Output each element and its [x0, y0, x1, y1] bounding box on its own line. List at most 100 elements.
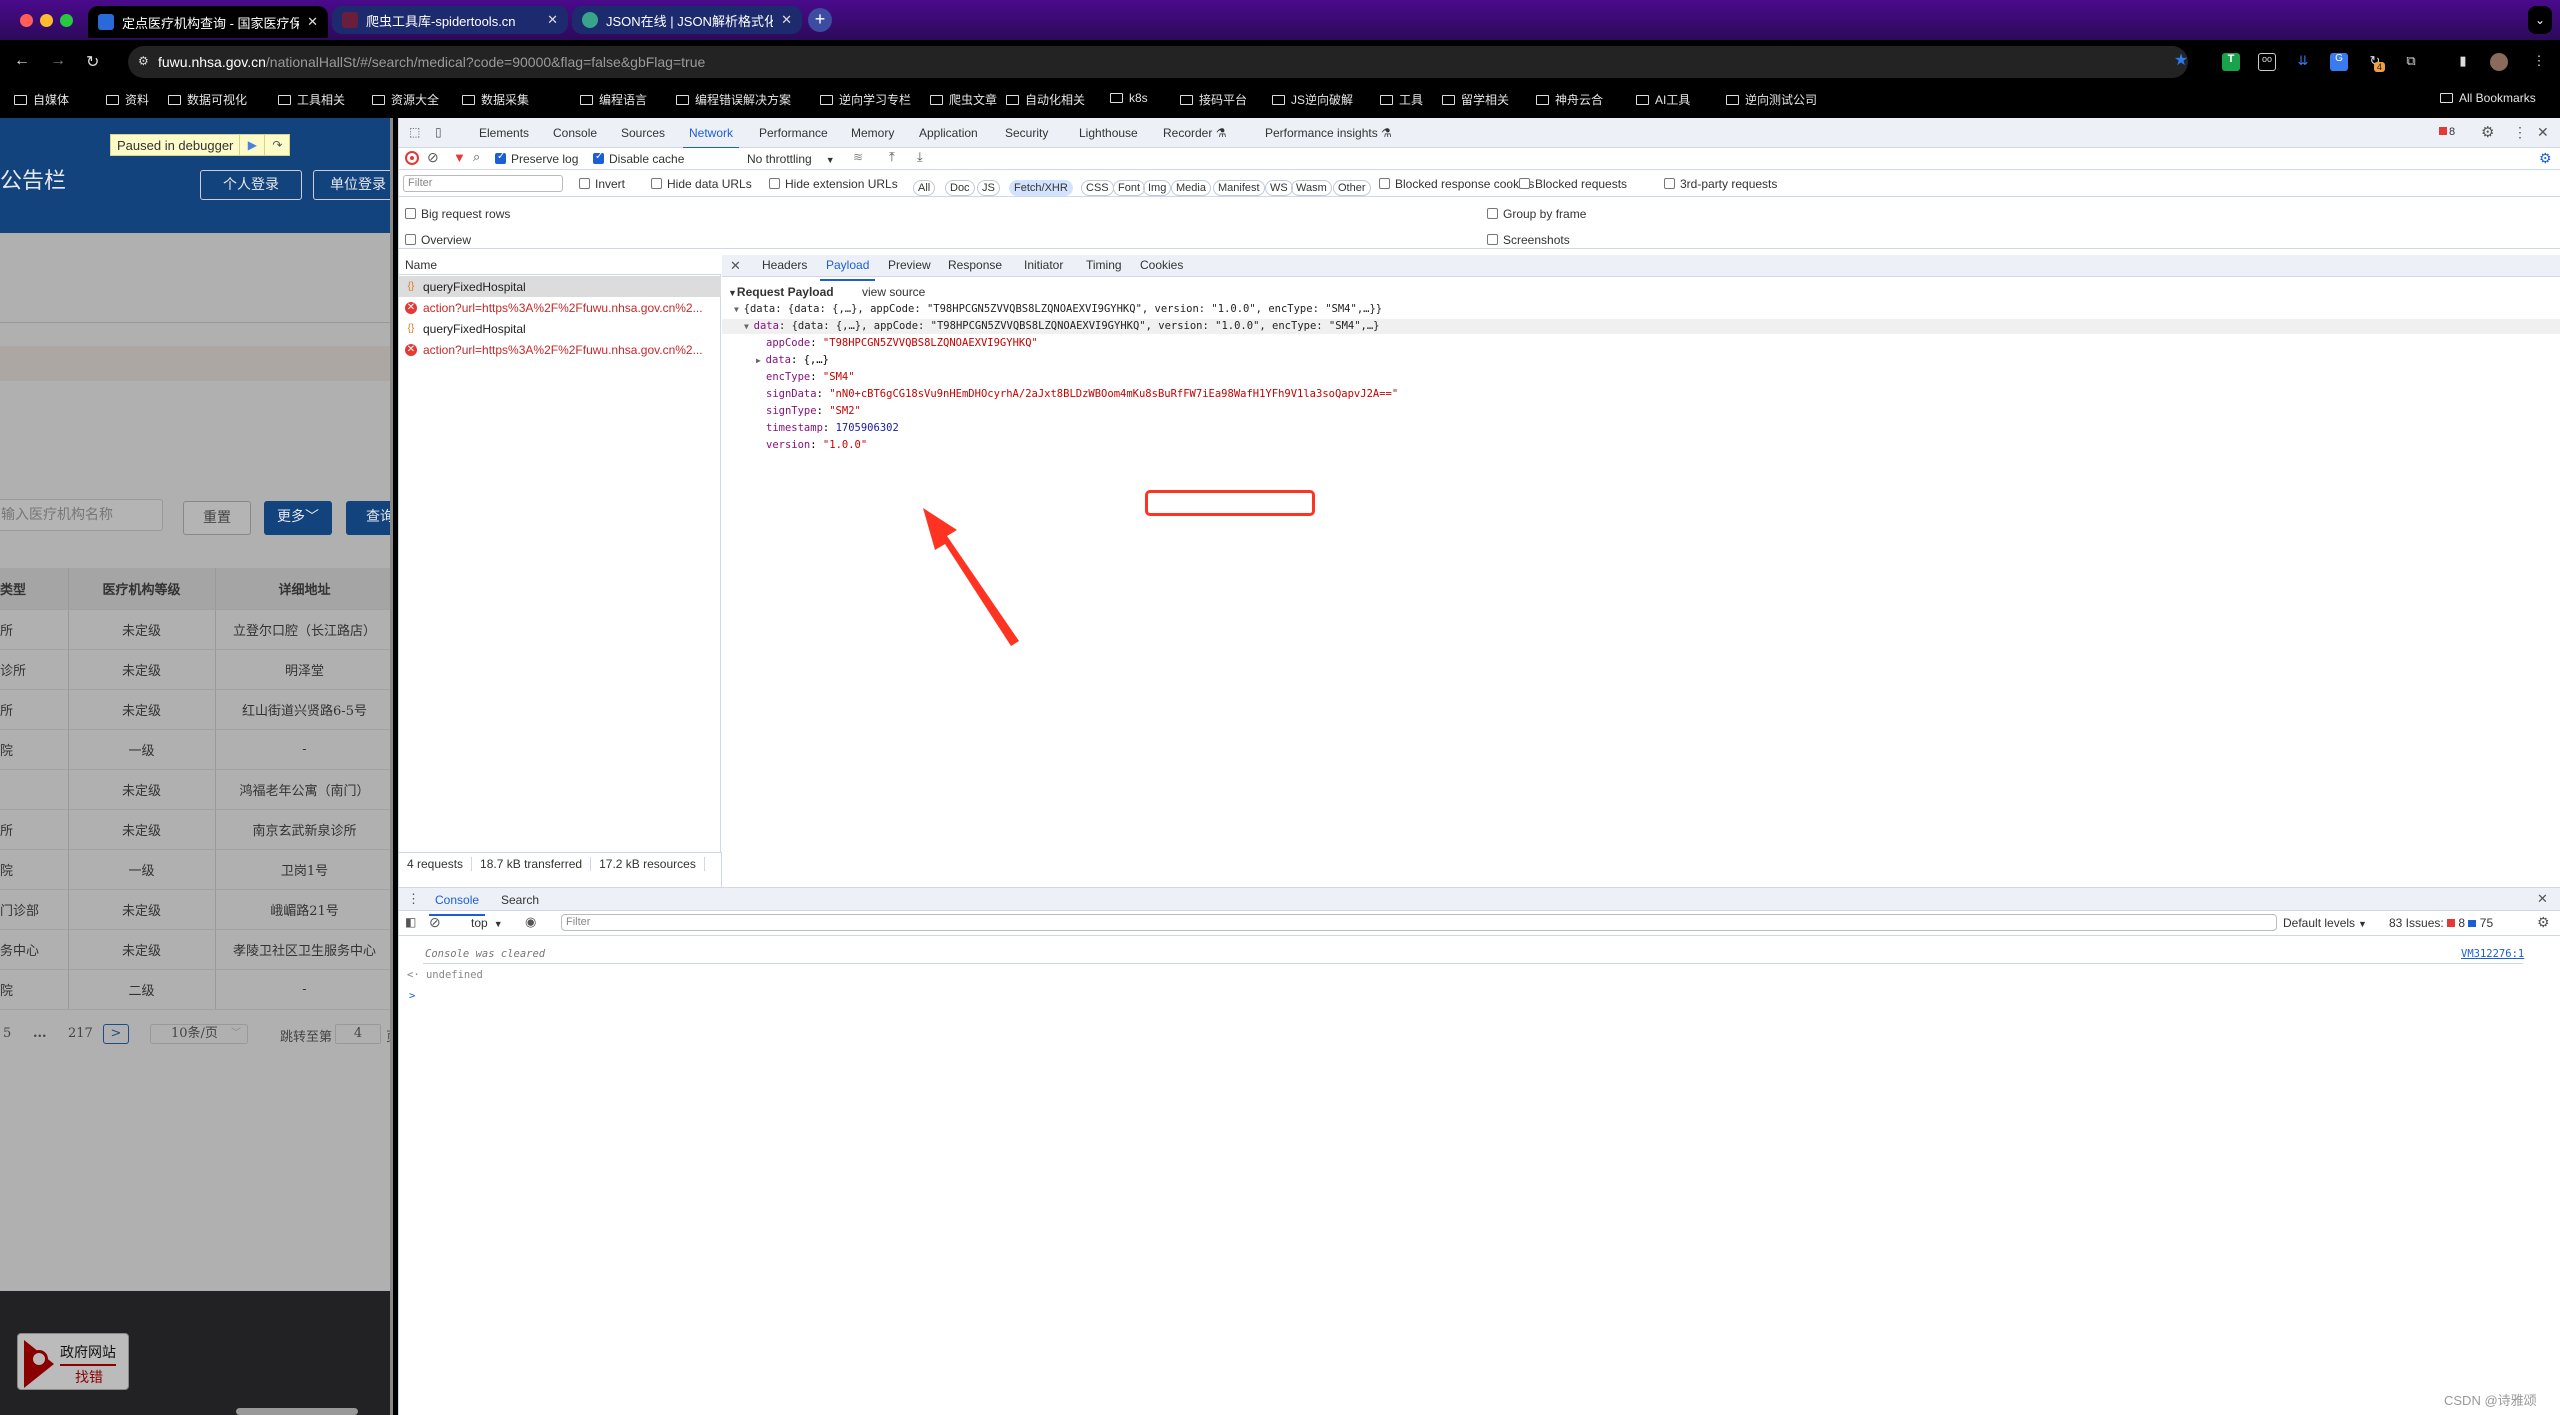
sidepanel-icon[interactable]: ▮ [2454, 53, 2472, 71]
name-column-header[interactable]: Name [399, 255, 721, 275]
bookmark-folder[interactable]: 爬虫文章 [930, 91, 997, 108]
extensions-puzzle-icon[interactable]: ⧉ [2402, 53, 2420, 71]
type-filter-chip[interactable]: Doc [945, 180, 975, 196]
bookmark-folder[interactable]: 资源大全 [372, 91, 439, 108]
type-filter-chip[interactable]: All [913, 180, 936, 196]
bookmark-folder[interactable]: 编程语言 [580, 91, 647, 108]
bookmark-folder[interactable]: 数据可视化 [168, 91, 247, 108]
gov-site-error-report-badge[interactable]: 政府网站 找错 [17, 1333, 129, 1390]
url-text[interactable]: fuwu.nhsa.gov.cn/nationalHallSt/#/search… [158, 54, 705, 70]
back-icon[interactable]: ← [14, 52, 30, 70]
context-select[interactable]: top ▼ [471, 916, 503, 930]
group-by-frame-checkbox[interactable]: Group by frame [1487, 207, 1586, 221]
drawer-menu-icon[interactable]: ⋮ [407, 891, 420, 907]
page-ellipsis[interactable]: ... [33, 1026, 47, 1041]
unit-login-button[interactable]: 单位登录 [313, 170, 393, 200]
devtools-tab[interactable]: Performance insights ⚗ [1265, 126, 1392, 140]
big-request-rows-checkbox[interactable]: Big request rows [405, 207, 510, 221]
site-info-icon[interactable]: ⚙ [138, 54, 149, 68]
type-filter-chip[interactable]: WS [1265, 180, 1293, 196]
jump-page-input[interactable]: 4 [335, 1024, 381, 1044]
close-detail-icon[interactable]: ✕ [730, 258, 741, 274]
detail-tab[interactable]: Response [948, 258, 1002, 272]
clear-icon[interactable]: ⊘ [427, 149, 439, 166]
bookmark-folder[interactable]: 资料 [106, 91, 149, 108]
close-tab-icon[interactable]: ✕ [781, 12, 792, 28]
view-source-link[interactable]: view source [862, 285, 925, 299]
blocked-option-checkbox[interactable]: Blocked requests [1519, 177, 1627, 191]
live-expression-eye-icon[interactable]: ◉ [525, 914, 536, 930]
table-row[interactable]: 诊所 未定级 明泽堂 [0, 650, 393, 690]
forward-icon[interactable]: → [50, 52, 66, 70]
bookmark-folder[interactable]: 自媒体 [14, 91, 69, 108]
request-row[interactable]: ✕ action?url=https%3A%2F%2Ffuwu.nhsa.gov.… [399, 339, 721, 360]
payload-root[interactable]: ▼ {data: {data: {,…}, appCode: "T98HPCGN… [734, 303, 1382, 315]
bookmark-folder[interactable]: 接码平台 [1180, 91, 1247, 108]
detail-tab[interactable]: Initiator [1024, 258, 1063, 272]
bookmark-folder[interactable]: 留学相关 [1442, 91, 1509, 108]
type-filter-chip[interactable]: JS [977, 180, 1000, 196]
network-filter-input[interactable]: Filter [403, 175, 563, 192]
vertical-scrollbar[interactable] [390, 118, 393, 1415]
issues-counter[interactable]: 83 Issues: 8 75 [2389, 916, 2493, 930]
console-prompt[interactable]: > [409, 990, 415, 1002]
devtools-settings-icon[interactable]: ⚙ [2481, 123, 2494, 141]
request-row[interactable]: {} queryFixedHospital [399, 276, 721, 297]
console-source-link[interactable]: VM312276:1 [2461, 948, 2524, 960]
bookmark-folder[interactable]: 工具相关 [278, 91, 345, 108]
bookmark-folder[interactable]: k8s [1110, 91, 1148, 105]
browser-tab-json[interactable]: JSON在线 | JSON解析格式化- ✕ [572, 6, 802, 34]
devtools-tab[interactable]: Network [682, 126, 740, 149]
payload-field-data[interactable]: ▶ data: {,…} [756, 354, 829, 366]
detail-tab[interactable]: Preview [888, 258, 931, 272]
expand-triangle-icon[interactable]: ▶ [756, 356, 766, 365]
table-row[interactable]: 院 一级 卫岗1号 [0, 850, 393, 890]
blocked-option-checkbox[interactable]: Blocked response cookies [1379, 177, 1534, 191]
hide-extension-urls-checkbox[interactable]: Hide extension URLs [769, 177, 898, 191]
bookmark-folder[interactable]: 神舟云合 [1536, 91, 1603, 108]
horizontal-scrollbar[interactable] [236, 1408, 358, 1415]
table-row[interactable]: 院 二级 - [0, 970, 393, 1010]
devtools-tab[interactable]: Elements [479, 126, 529, 140]
close-devtools-icon[interactable]: ✕ [2537, 124, 2549, 141]
type-filter-chip[interactable]: Img [1143, 180, 1172, 196]
network-conditions-icon[interactable]: ≋ [853, 150, 863, 164]
type-filter-chip[interactable]: Other [1333, 180, 1371, 196]
browser-tab-spidertools[interactable]: 爬虫工具库-spidertools.cn ✕ [332, 6, 568, 34]
more-button[interactable]: 更多﹀ [264, 501, 332, 535]
reset-button[interactable]: 重置 [183, 501, 251, 535]
devtools-tab[interactable]: Application [919, 126, 978, 140]
table-row[interactable]: 所 未定级 南京玄武新泉诊所 [0, 810, 393, 850]
page-last[interactable]: 217 [68, 1026, 93, 1041]
detail-tab[interactable]: Payload [819, 258, 876, 281]
column-header[interactable]: 医疗机构等级 [68, 568, 214, 609]
personal-login-button[interactable]: 个人登录 [200, 170, 302, 200]
shield-extension-icon[interactable]: T [2222, 53, 2240, 71]
invert-checkbox[interactable]: Invert [579, 177, 625, 191]
table-row[interactable]: 未定级 鸿福老年公寓（南门） [0, 770, 393, 810]
log-levels-select[interactable]: Default levels ▼ [2283, 916, 2367, 930]
reload-icon[interactable]: ↻ [86, 52, 99, 72]
drawer-tab-search[interactable]: Search [501, 893, 539, 907]
devtools-tab[interactable]: Sources [621, 126, 665, 140]
type-filter-chip[interactable]: Wasm [1291, 180, 1332, 196]
type-filter-chip[interactable]: Font [1113, 180, 1146, 196]
bookmark-folder[interactable]: 逆向学习专栏 [820, 91, 911, 108]
import-har-icon[interactable]: ⤒ [889, 149, 895, 165]
profile-avatar[interactable] [2490, 53, 2508, 71]
bookmark-folder[interactable]: AI工具 [1636, 91, 1690, 108]
column-header[interactable]: 类型 [0, 568, 67, 609]
request-row[interactable]: {} queryFixedHospital [399, 318, 721, 339]
devtools-tab[interactable]: Performance [759, 126, 828, 140]
drawer-tab-console[interactable]: Console [428, 893, 486, 916]
step-over-icon[interactable]: ↷ [264, 135, 289, 155]
resume-icon[interactable]: ▶︎ [239, 135, 264, 155]
clear-console-icon[interactable]: ⊘ [429, 914, 441, 931]
bookmark-folder[interactable]: 逆向测试公司 [1726, 91, 1817, 108]
query-button[interactable]: 查询 [346, 501, 393, 535]
disable-cache-checkbox[interactable]: Disable cache [593, 151, 684, 166]
table-row[interactable]: 院 一级 - [0, 730, 393, 770]
close-tab-icon[interactable]: ✕ [547, 12, 558, 28]
bookmark-folder[interactable]: 编程错误解决方案 [676, 91, 791, 108]
new-tab-button[interactable]: + [808, 8, 832, 32]
